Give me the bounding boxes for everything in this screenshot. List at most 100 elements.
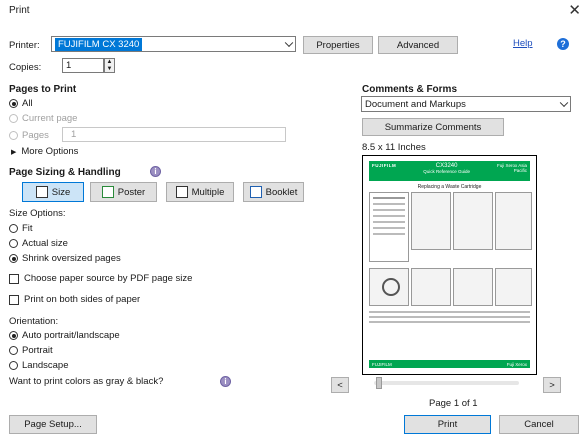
preview-title-block: CX3240 Quick Reference Guide <box>423 163 470 179</box>
cancel-button[interactable]: Cancel <box>499 415 579 434</box>
radio-actual-label: Actual size <box>22 238 68 249</box>
radio-portrait[interactable]: Portrait <box>9 345 53 356</box>
printer-value: FUJIFILM CX 3240 <box>55 37 143 51</box>
help-link[interactable]: Help <box>513 38 533 49</box>
tab-multiple[interactable]: Multiple <box>166 182 234 202</box>
tab-booklet[interactable]: Booklet <box>243 182 304 202</box>
gray-question: Want to print colors as gray & black? <box>9 376 164 387</box>
radio-actual-size[interactable]: Actual size <box>9 238 68 249</box>
radio-landscape-label: Landscape <box>22 360 69 371</box>
radio-fit-label: Fit <box>22 223 33 234</box>
radio-pages[interactable]: Pages <box>9 130 49 141</box>
radio-auto-label: Auto portrait/landscape <box>22 330 120 341</box>
stepper-down-icon[interactable]: ▼ <box>105 66 114 72</box>
preview-image-6 <box>453 268 493 306</box>
preview-image-2 <box>453 192 493 250</box>
copies-value: 1 <box>66 60 72 71</box>
page-setup-button[interactable]: Page Setup... <box>9 415 97 434</box>
radio-fit-dot[interactable] <box>9 224 18 233</box>
booklet-icon <box>249 186 262 198</box>
radio-pages-label: Pages <box>22 130 49 141</box>
radio-pages-dot[interactable] <box>9 131 18 140</box>
info-icon[interactable]: i <box>150 166 161 177</box>
preview-image-5 <box>411 268 451 306</box>
copies-input[interactable]: 1 <box>62 58 104 73</box>
tab-poster[interactable]: Poster <box>90 182 157 202</box>
paper-source-box[interactable] <box>9 273 19 284</box>
page-slider-track[interactable] <box>374 381 519 385</box>
gray-info-icon[interactable]: i <box>220 376 231 387</box>
both-sides-checkbox[interactable]: Print on both sides of paper <box>9 294 140 305</box>
both-sides-label: Print on both sides of paper <box>24 294 141 305</box>
printer-label: Printer: <box>9 40 40 51</box>
tab-booklet-label: Booklet <box>265 186 298 198</box>
prev-page-button[interactable]: < <box>331 377 349 393</box>
preview-captions <box>369 308 530 328</box>
radio-shrink[interactable]: Shrink oversized pages <box>9 253 121 264</box>
chevron-down-icon <box>284 38 294 48</box>
next-page-button[interactable]: > <box>543 377 561 393</box>
radio-current-page[interactable]: Current page <box>9 113 77 124</box>
printer-select[interactable]: FUJIFILM CX 3240 <box>51 36 296 52</box>
preview-image-4 <box>369 268 409 306</box>
radio-all[interactable]: All <box>9 98 33 109</box>
radio-all-dot[interactable] <box>9 99 18 108</box>
properties-button[interactable]: Properties <box>303 36 373 54</box>
preview-header-bar: FUJIFILM CX3240 Quick Reference Guide Fu… <box>369 161 530 181</box>
tab-size[interactable]: Size <box>22 182 84 202</box>
comments-value: Document and Markups <box>365 98 466 110</box>
size-icon <box>35 186 48 198</box>
preview-footer-brand: FUJIFILM <box>372 361 392 367</box>
preview-text-panel <box>369 192 409 262</box>
pages-range-value: 1 <box>71 129 77 140</box>
radio-all-label: All <box>22 98 33 109</box>
paper-source-checkbox[interactable]: Choose paper source by PDF page size <box>9 273 192 284</box>
radio-actual-dot[interactable] <box>9 239 18 248</box>
paper-size-label: 8.5 x 11 Inches <box>362 142 426 153</box>
preview-footer-right: Fuji Xerox <box>506 361 527 367</box>
sizing-heading: Page Sizing & Handling <box>9 167 121 178</box>
comments-select[interactable]: Document and Markups <box>361 96 571 112</box>
radio-shrink-dot[interactable] <box>9 254 18 263</box>
preview-image-3 <box>495 192 532 250</box>
stepper-up-icon[interactable]: ▲ <box>105 59 114 66</box>
radio-current-label: Current page <box>22 113 78 124</box>
radio-current-dot[interactable] <box>9 114 18 123</box>
radio-landscape-dot[interactable] <box>9 361 18 370</box>
print-button[interactable]: Print <box>404 415 491 434</box>
radio-auto-dot[interactable] <box>9 331 18 340</box>
more-options-toggle[interactable]: ▶ More Options <box>11 146 78 157</box>
copies-stepper[interactable]: ▲ ▼ <box>104 58 115 73</box>
both-sides-box[interactable] <box>9 294 19 305</box>
page-slider-thumb[interactable] <box>376 377 382 389</box>
close-icon[interactable]: ✕ <box>568 1 581 19</box>
advanced-button[interactable]: Advanced <box>378 36 458 54</box>
preview-footer-bar: FUJIFILM Fuji Xerox <box>369 360 530 368</box>
copies-label: Copies: <box>9 62 42 73</box>
radio-auto-orientation[interactable]: Auto portrait/landscape <box>9 330 120 341</box>
preview-brand: FUJIFILM <box>372 163 397 168</box>
preview-image-1 <box>411 192 451 250</box>
summarize-comments-button[interactable]: Summarize Comments <box>362 118 504 136</box>
more-options-label: More Options <box>21 146 79 157</box>
pages-range-input[interactable]: 1 <box>62 127 286 142</box>
chevron-down-icon <box>559 98 569 108</box>
size-options-label: Size Options: <box>9 208 66 219</box>
page-indicator: Page 1 of 1 <box>429 398 478 409</box>
preview-guide: Quick Reference Guide <box>423 169 471 174</box>
preview-corner: Fuji Xerox Asia Pacific <box>497 163 528 173</box>
paper-source-label: Choose paper source by PDF page size <box>24 273 193 284</box>
triangle-right-icon: ▶ <box>11 148 17 156</box>
tab-size-label: Size <box>51 186 71 198</box>
orientation-label: Orientation: <box>9 316 59 327</box>
comments-heading: Comments & Forms <box>362 84 458 95</box>
print-preview: FUJIFILM CX3240 Quick Reference Guide Fu… <box>362 155 537 375</box>
help-icon[interactable]: ? <box>557 38 569 50</box>
preview-image-7 <box>495 268 532 306</box>
multiple-icon <box>175 186 188 198</box>
radio-landscape[interactable]: Landscape <box>9 360 68 371</box>
radio-fit[interactable]: Fit <box>9 223 33 234</box>
poster-icon <box>101 186 114 198</box>
radio-portrait-dot[interactable] <box>9 346 18 355</box>
tab-multiple-label: Multiple <box>191 186 225 198</box>
